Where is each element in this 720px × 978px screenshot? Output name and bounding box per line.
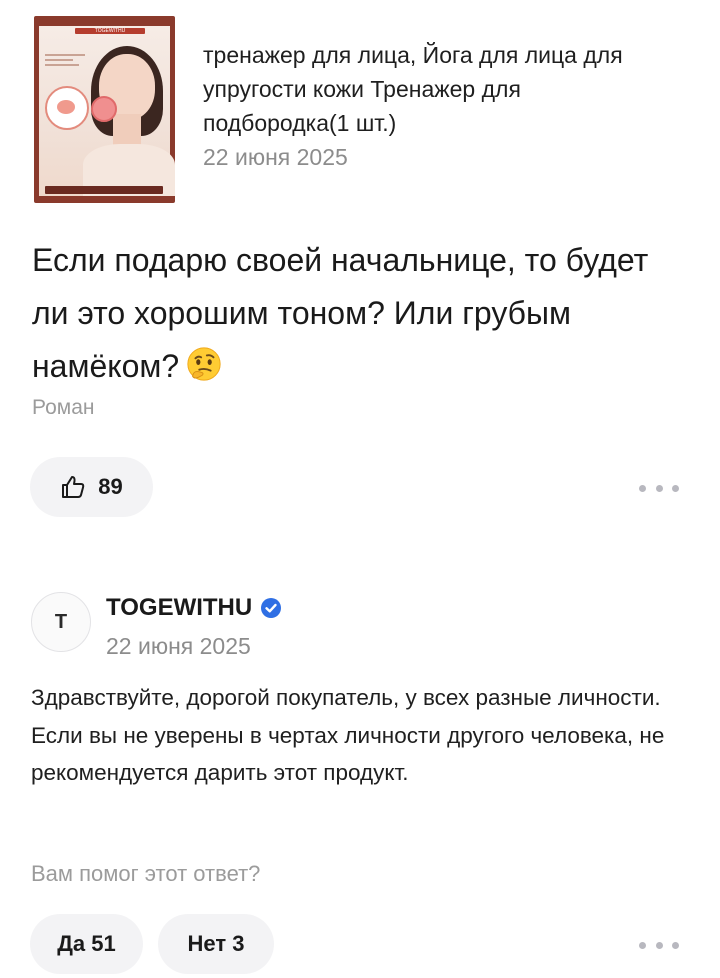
product-image-device [91, 96, 117, 122]
answer-date: 22 июня 2025 [106, 633, 251, 659]
answer-more-button[interactable] [639, 935, 679, 955]
question-more-button[interactable] [639, 478, 679, 498]
more-dot-icon [639, 484, 646, 492]
more-dot-icon [655, 484, 663, 492]
vote-yes-button[interactable]: Да 51 [30, 914, 143, 974]
vote-no-button[interactable]: Нет 3 [158, 914, 274, 974]
product-image[interactable]: TOGEWITHU [34, 16, 175, 203]
helpful-question: Вам помог этот ответ? [31, 861, 261, 886]
seller-name-row[interactable]: TOGEWITHU [106, 594, 282, 622]
more-dot-icon [672, 484, 679, 492]
question-text-block: Если подарю своей начальнице, то будет л… [32, 234, 692, 393]
more-dot-icon [672, 941, 679, 949]
thinking-face-icon [187, 347, 221, 381]
like-count: 89 [98, 474, 123, 499]
more-dot-icon [655, 941, 663, 949]
product-title[interactable]: тренажер для лица, Йога для лица для упр… [203, 38, 673, 140]
question-text: Если подарю своей начальнице, то будет л… [32, 242, 649, 384]
seller-avatar[interactable]: T [31, 592, 91, 652]
seller-name[interactable]: TOGEWITHU [106, 594, 252, 622]
product-image-content: TOGEWITHU [39, 26, 175, 196]
product-image-detail-circle [45, 86, 89, 130]
product-date: 22 июня 2025 [203, 144, 348, 170]
like-button[interactable]: 89 [30, 457, 153, 517]
product-image-footer-band [45, 186, 163, 194]
question-author: Роман [32, 396, 95, 419]
thumbs-up-icon [62, 476, 85, 498]
product-image-brand: TOGEWITHU [75, 28, 145, 34]
answer-text: Здравствуйте, дорогой покупатель, у всех… [31, 685, 665, 785]
verified-check-icon [261, 598, 282, 618]
more-dot-icon [639, 941, 646, 949]
product-image-caption-lines [45, 54, 85, 74]
product-card[interactable]: TOGEWITHU тренажер для лица, Йога для ли… [34, 16, 674, 206]
